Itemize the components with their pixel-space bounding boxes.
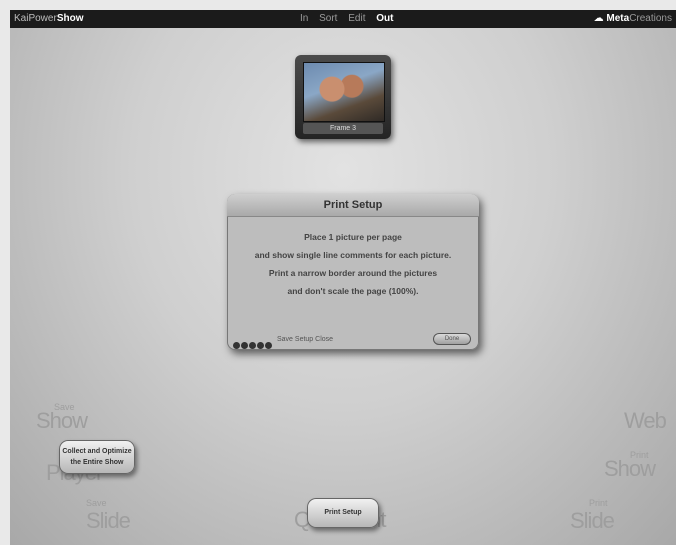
dot [249,342,256,349]
save-slide-small-label: Save [86,498,107,508]
setup-line-scale[interactable]: and don't scale the page (100%). [227,282,479,300]
tab-sort[interactable]: Sort [319,13,337,24]
brand-prefix: KaiPower [14,13,57,24]
dot [257,342,264,349]
app-brand: KaiPowerShow [14,10,83,28]
dot [241,342,248,349]
save-slide-option[interactable]: Slide [86,508,131,534]
web-option[interactable]: Web [624,408,667,434]
logo-text-bold: Meta [606,13,630,24]
save-show-option[interactable]: Show [36,408,88,434]
thumbnail-caption: Frame 3 [303,123,383,134]
logo-icon: ☁ [593,13,604,24]
dialog-footer: Save Setup Close Done [233,333,473,349]
print-slide-small-label: Print [589,498,608,508]
dialog-title: Print Setup [227,194,479,217]
setup-line-picture-count[interactable]: Place 1 picture per page [227,228,479,246]
dot [233,342,240,349]
workspace: KaiPowerShow In Sort Edit Out ☁ MetaCrea… [10,10,676,545]
tab-out[interactable]: Out [376,13,393,24]
print-slide-option[interactable]: Slide [570,508,615,534]
print-setup-dialog: Print Setup Place 1 picture per page and… [227,194,479,350]
setup-line-border[interactable]: Print a narrow border around the picture… [227,264,479,282]
footer-label: Save Setup Close [277,336,334,343]
dialog-body: Place 1 picture per page and show single… [227,228,479,300]
page-dots [233,336,273,354]
setup-line-comments[interactable]: and show single line comments for each p… [227,246,479,264]
print-setup-button[interactable]: Print Setup [307,498,379,528]
thumbnail-photo [303,62,385,122]
top-menu-bar: KaiPowerShow In Sort Edit Out ☁ MetaCrea… [10,10,676,28]
mode-tabs: In Sort Edit Out [300,10,401,28]
done-button[interactable]: Done [433,333,471,345]
dot [265,342,272,349]
metacreations-logo: ☁ MetaCreations [594,10,672,28]
tab-edit[interactable]: Edit [348,13,365,24]
tab-in[interactable]: In [300,13,308,24]
print-show-option[interactable]: Show [604,456,656,482]
picture-thumbnail[interactable]: Frame 3 [295,55,391,139]
logo-text-rest: Creations [629,13,672,24]
collect-optimize-button[interactable]: Collect and Optimize the Entire Show [59,440,135,474]
brand-name: Show [56,13,84,24]
